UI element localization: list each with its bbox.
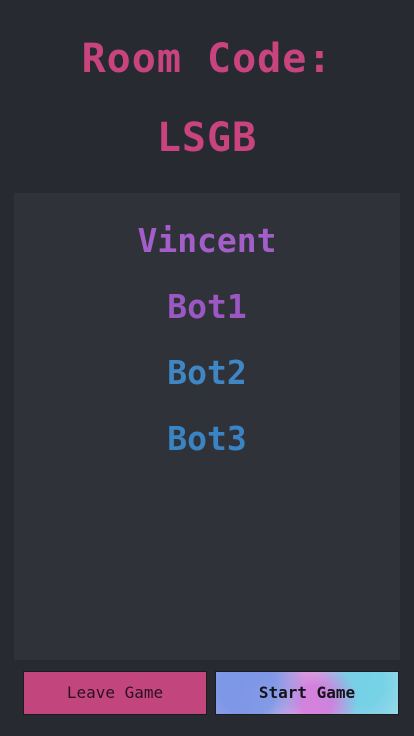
player-name: Bot3 xyxy=(167,419,247,458)
player-name: Bot1 xyxy=(167,287,247,326)
leave-game-button[interactable]: Leave Game xyxy=(23,671,207,715)
start-game-button[interactable]: Start Game xyxy=(215,671,399,715)
room-code-value: LSGB xyxy=(156,115,258,161)
room-code-label: Room Code: xyxy=(81,36,333,82)
player-name: Bot2 xyxy=(167,353,247,392)
player-name: Vincent xyxy=(137,221,277,260)
lobby-screen: Room Code: LSGB Vincent Bot1 Bot2 Bot3 L… xyxy=(0,0,414,736)
players-list: Vincent Bot1 Bot2 Bot3 xyxy=(14,193,400,660)
